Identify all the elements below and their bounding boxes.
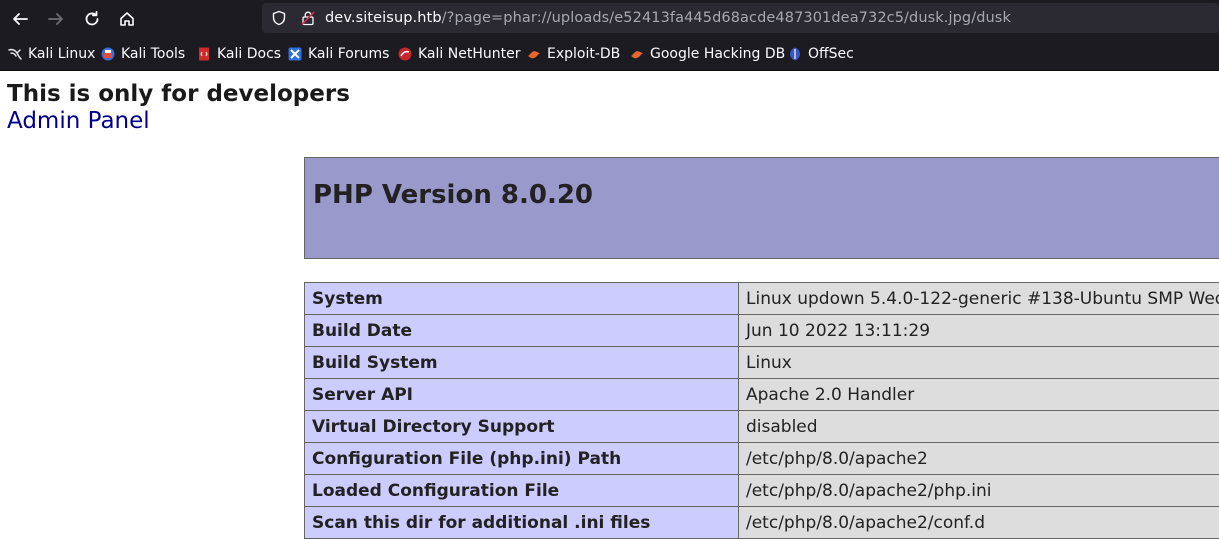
bookmark-label: Kali NetHunter: [418, 45, 521, 62]
nethunter-icon: [398, 47, 412, 60]
table-row: Scan this dir for additional .ini files /…: [304, 506, 1219, 539]
table-row: Build System Linux: [304, 346, 1219, 379]
row-key: Build Date: [304, 314, 739, 347]
row-value: Apache 2.0 Handler: [738, 378, 1219, 411]
back-arrow-icon: [13, 13, 28, 25]
bookmark-label: Kali Linux: [28, 45, 96, 62]
bookmarks-bar: Kali Linux Kali Tools Kali Docs Kali For…: [0, 37, 1219, 71]
bookmark-kali-tools[interactable]: Kali Tools: [101, 45, 185, 62]
admin-panel-link[interactable]: Admin Panel: [7, 107, 150, 135]
bookmark-exploit-db[interactable]: Exploit-DB: [527, 45, 620, 62]
phpinfo-header: PHP Version 8.0.20: [304, 157, 1219, 259]
url-path: /?page=phar://uploads/e52413fa445d68acde…: [441, 10, 1011, 26]
row-value: /etc/php/8.0/apache2/php.ini: [738, 474, 1219, 507]
bookmark-label: Kali Tools: [121, 45, 186, 62]
row-value: Jun 10 2022 13:11:29: [738, 314, 1219, 347]
bookmark-kali-docs[interactable]: Kali Docs: [197, 45, 281, 62]
kali-docs-icon: [199, 47, 209, 60]
table-row: Server API Apache 2.0 Handler: [304, 378, 1219, 411]
bookmark-kali-nethunter[interactable]: Kali NetHunter: [398, 45, 520, 62]
reload-button[interactable]: [79, 6, 105, 32]
kali-tools-icon: [101, 47, 115, 60]
row-value: /etc/php/8.0/apache2/conf.d: [738, 506, 1219, 539]
url-host: dev.siteisup.htb: [325, 10, 442, 26]
insecure-lock-icon[interactable]: [300, 10, 316, 26]
offsec-icon: [790, 47, 800, 60]
bookmark-google-hacking-db[interactable]: Google Hacking DB: [630, 45, 785, 62]
row-key: Server API: [304, 378, 739, 411]
forward-arrow-icon: [48, 13, 63, 25]
bookmark-label: Google Hacking DB: [650, 45, 786, 62]
row-value: /etc/php/8.0/apache2: [738, 442, 1219, 475]
home-icon: [120, 12, 134, 26]
kali-dragon-icon: [8, 48, 22, 60]
tracking-shield-icon[interactable]: [271, 10, 287, 26]
php-version-title: PHP Version 8.0.20: [313, 180, 594, 210]
browser-toolbar: dev.siteisup.htb/?page=phar://uploads/e5…: [0, 0, 1219, 37]
bookmark-label: OffSec: [808, 45, 854, 62]
back-button[interactable]: [7, 6, 33, 32]
url-text[interactable]: dev.siteisup.htb/?page=phar://uploads/e5…: [325, 8, 1011, 28]
bookmark-label: Kali Docs: [217, 45, 282, 62]
row-key: System: [304, 282, 739, 315]
table-row: Configuration File (php.ini) Path/etc/ph…: [304, 442, 1219, 475]
row-value: disabled: [738, 410, 1219, 443]
row-key: Build System: [304, 346, 739, 379]
table-row: Loaded Configuration File/etc/php/8.0/ap…: [304, 474, 1219, 507]
home-button[interactable]: [114, 6, 140, 32]
row-value: Linux: [738, 346, 1219, 379]
table-row: System Linux updown 5.4.0-122-generic #13…: [304, 282, 1219, 315]
bookmark-kali-linux[interactable]: Kali Linux: [8, 45, 95, 62]
phpinfo-table: System Linux updown 5.4.0-122-generic #13…: [304, 282, 1219, 539]
forward-button[interactable]: [43, 6, 69, 32]
row-key: Configuration File (php.ini) Path: [304, 442, 739, 475]
exploit-db-icon: [528, 50, 540, 58]
row-key: Virtual Directory Support: [304, 410, 739, 443]
table-row: Build Date Jun 10 2022 13:11:29: [304, 314, 1219, 347]
kali-forums-icon: [288, 47, 302, 60]
table-row: Virtual Directory Support disabled: [304, 410, 1219, 443]
page-heading: This is only for developers: [7, 81, 350, 107]
ghdb-icon: [631, 50, 643, 58]
row-key: Loaded Configuration File: [304, 474, 739, 507]
bookmark-label: Exploit-DB: [547, 45, 621, 62]
reload-icon: [85, 10, 99, 26]
bookmark-kali-forums[interactable]: Kali Forums: [288, 45, 389, 62]
row-value: Linux updown 5.4.0-122-generic #138-Ubun…: [738, 282, 1219, 315]
address-bar[interactable]: dev.siteisup.htb/?page=phar://uploads/e5…: [262, 3, 1219, 33]
bookmark-offsec[interactable]: OffSec: [788, 45, 854, 62]
bookmark-label: Kali Forums: [308, 45, 390, 62]
row-key: Scan this dir for additional .ini files: [304, 506, 739, 539]
